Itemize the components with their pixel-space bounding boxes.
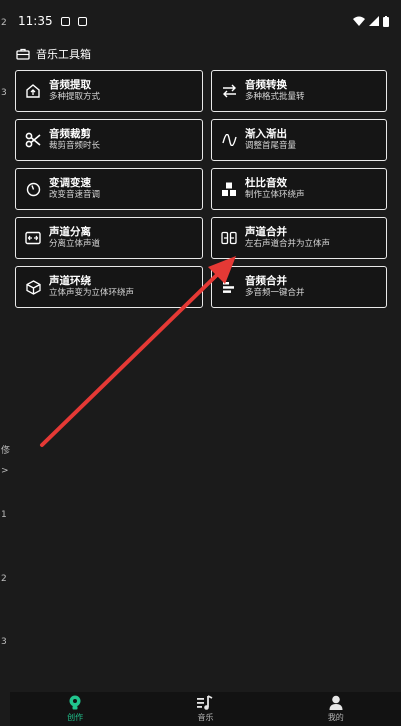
- music-list-icon: [197, 695, 213, 710]
- tool-card-text: 音频裁剪 裁剪音频时长: [49, 128, 100, 152]
- tool-card-audio-extract[interactable]: 音频提取 多种提取方式: [15, 70, 203, 112]
- tool-card-text: 变调变速 改变音速音调: [49, 177, 100, 201]
- tool-card-channel-split[interactable]: 声道分离 分离立体声道: [15, 217, 203, 259]
- tool-title: 音频合并: [245, 275, 287, 288]
- tool-card-fade[interactable]: 渐入渐出 调整首尾音量: [211, 119, 387, 161]
- tool-card-text: 声道环绕 立体声变为立体环绕声: [49, 275, 134, 299]
- split-channel-icon: [25, 230, 41, 246]
- edge-mark: 3: [1, 88, 7, 98]
- tool-title: 音频提取: [49, 79, 91, 92]
- tool-subtitle: 制作立体环绕声: [245, 190, 305, 201]
- tool-subtitle: 改变音速音调: [49, 190, 101, 201]
- nav-item-create[interactable]: 创作: [25, 695, 125, 723]
- battery-icon: [383, 15, 389, 27]
- tool-title: 音频裁剪: [49, 128, 91, 141]
- tool-subtitle: 立体声变为立体环绕声: [49, 288, 135, 299]
- nav-label: 创作: [67, 713, 84, 722]
- cube-icon: [25, 279, 41, 295]
- tool-card-dolby[interactable]: 杜比音效 制作立体环绕声: [211, 168, 387, 210]
- cubes-icon: [221, 181, 237, 197]
- tool-card-text: 声道合并 左右声道合并为立体声: [245, 226, 330, 250]
- lightbulb-icon: [69, 695, 81, 710]
- wifi-icon: [353, 16, 365, 26]
- tool-card-text: 杜比音效 制作立体环绕声: [245, 177, 305, 201]
- convert-arrows-icon: [221, 83, 237, 99]
- tool-title: 杜比音效: [245, 177, 287, 190]
- gallery-notification-icon: [60, 16, 70, 26]
- tool-subtitle: 调整首尾音量: [245, 141, 297, 152]
- tool-grid: 音频提取 多种提取方式 音频转换 多种格式批量转 音频裁剪 裁剪音频时长 渐入渐…: [15, 70, 387, 308]
- tool-card-audio-trim[interactable]: 音频裁剪 裁剪音频时长: [15, 119, 203, 161]
- tool-card-text: 音频转换 多种格式批量转: [245, 79, 305, 103]
- edge-mark: 俢: [1, 446, 11, 456]
- tool-card-text: 音频合并 多音频一键合并: [245, 275, 305, 299]
- left-edge-marks: 2 3 俢 > 1 2 3: [0, 0, 11, 726]
- scissors-icon: [25, 132, 41, 148]
- tool-title: 声道环绕: [49, 275, 91, 288]
- tool-title: 音频转换: [245, 79, 287, 92]
- tool-card-channel-surround[interactable]: 声道环绕 立体声变为立体环绕声: [15, 266, 203, 308]
- merge-channel-icon: [221, 230, 237, 246]
- nav-item-music[interactable]: 音乐: [155, 695, 255, 723]
- tool-card-text: 渐入渐出 调整首尾音量: [245, 128, 296, 152]
- user-icon: [329, 695, 343, 710]
- tool-card-channel-merge[interactable]: 声道合并 左右声道合并为立体声: [211, 217, 387, 259]
- status-bar: 11:35: [0, 0, 401, 42]
- tool-card-audio-convert[interactable]: 音频转换 多种格式批量转: [211, 70, 387, 112]
- nav-item-mine[interactable]: 我的: [286, 695, 386, 723]
- toolbox-header: 音乐工具箱: [16, 45, 91, 63]
- edge-mark: >: [1, 466, 9, 476]
- tool-subtitle: 分离立体声道: [49, 239, 101, 250]
- tool-title: 变调变速: [49, 177, 91, 190]
- edge-mark: 3: [1, 637, 7, 647]
- wave-icon: [221, 132, 237, 148]
- tool-subtitle: 左右声道合并为立体声: [245, 239, 331, 250]
- tool-title: 渐入渐出: [245, 128, 287, 141]
- nav-label: 我的: [327, 713, 344, 722]
- status-time: 11:35: [18, 14, 53, 28]
- tool-subtitle: 多种格式批量转: [245, 92, 305, 103]
- tool-title: 声道分离: [49, 226, 91, 239]
- extract-icon: [25, 83, 41, 99]
- edge-mark: 1: [1, 510, 7, 520]
- status-left: 11:35: [18, 14, 87, 28]
- app-notification-icon: [77, 16, 87, 26]
- nav-label: 音乐: [197, 713, 214, 722]
- tool-card-text: 音频提取 多种提取方式: [49, 79, 100, 103]
- tool-card-text: 声道分离 分离立体声道: [49, 226, 100, 250]
- tool-title: 声道合并: [245, 226, 287, 239]
- merge-bars-icon: [221, 279, 237, 295]
- page-title: 音乐工具箱: [36, 48, 91, 61]
- bottom-nav: 创作 音乐 我的: [10, 692, 401, 726]
- edge-mark: 2: [1, 574, 7, 584]
- tool-card-pitch-speed[interactable]: 变调变速 改变音速音调: [15, 168, 203, 210]
- tool-subtitle: 多音频一键合并: [245, 288, 305, 299]
- toolbox-icon: [16, 48, 30, 60]
- tool-subtitle: 裁剪音频时长: [49, 141, 101, 152]
- tool-card-audio-merge[interactable]: 音频合并 多音频一键合并: [211, 266, 387, 308]
- status-right: [353, 15, 389, 27]
- tool-subtitle: 多种提取方式: [49, 92, 101, 103]
- signal-icon: [369, 16, 379, 26]
- speed-gauge-icon: [25, 181, 41, 197]
